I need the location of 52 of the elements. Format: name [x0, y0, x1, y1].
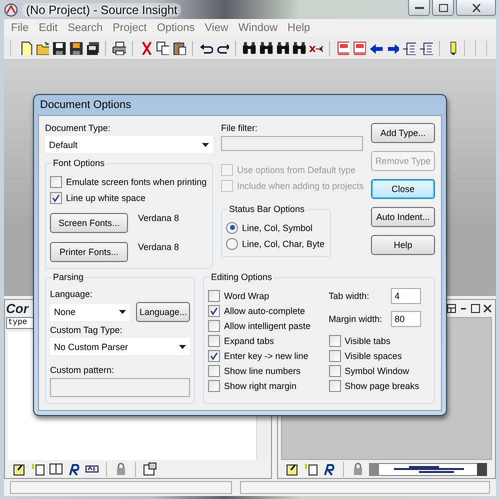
dialog-button[interactable]: Help [371, 235, 435, 255]
checkbox-label: Word Wrap [224, 291, 270, 301]
checkbox-label: Line up white space [66, 192, 146, 202]
checkbox-label: Enter key -> new line [224, 351, 308, 361]
menu-item[interactable]: Search [62, 22, 108, 34]
font-name: Verdana 8 [138, 213, 180, 223]
margin-width-field[interactable]: 80 [390, 310, 421, 326]
field-label: Tab width: [328, 291, 370, 301]
menu-item[interactable]: Project [108, 22, 152, 34]
group-title: Editing Options [209, 272, 274, 282]
checkbox-label: Use options from Default type [237, 164, 356, 174]
font-button[interactable]: Printer Fonts... [50, 242, 128, 262]
font-button[interactable]: Screen Fonts... [50, 213, 128, 233]
menu-item[interactable]: File [6, 22, 34, 34]
panel-title: Cor [6, 301, 28, 316]
font-name: Verdana 8 [138, 242, 180, 252]
checkbox-label: Symbol Window [344, 366, 410, 376]
checkbox-label: Emulate screen fonts when printing [66, 176, 207, 186]
dialog-button[interactable]: Auto Indent... [371, 207, 435, 227]
dialog-button[interactable]: Close [371, 179, 435, 199]
menu-item[interactable]: Options [152, 22, 200, 34]
language-dropdown[interactable]: None [50, 304, 130, 320]
radio-label: Line, Col, Symbol [242, 222, 313, 232]
group-title: Font Options [51, 158, 107, 168]
group-title: Status Bar Options [227, 204, 307, 214]
dialog-title: Document Options [40, 99, 132, 111]
group-title: Parsing [51, 272, 86, 282]
radio-label: Line, Col, Char, Byte [242, 238, 325, 248]
checkbox-label: Allow intelligent paste [224, 321, 311, 331]
checkbox-label: Show line numbers [224, 366, 301, 376]
menu-item[interactable]: View [200, 22, 234, 34]
field-label: Custom Tag Type: [50, 325, 124, 335]
tag-type-dropdown[interactable]: No Custom Parser [50, 338, 190, 355]
checkbox-label: Show page breaks [344, 381, 420, 391]
field-label: Custom pattern: [50, 365, 116, 375]
field-label: Margin width: [328, 314, 384, 324]
menu-item[interactable]: Help [282, 22, 316, 34]
language-button[interactable]: Language... [136, 302, 190, 322]
checkbox-label: Include when adding to projects [237, 180, 364, 190]
field-label: Document Type: [45, 123, 112, 133]
checkbox-label: Visible tabs [344, 336, 390, 346]
menu-item[interactable]: Edit [34, 22, 63, 34]
field-label: File filter: [221, 123, 259, 133]
field-label: Language: [50, 289, 94, 299]
checkbox-label: Expand tabs [224, 336, 274, 346]
dialog-button[interactable]: Add Type... [371, 123, 435, 143]
checkbox-label: Allow auto-complete [224, 306, 306, 316]
menu-item[interactable]: Window [233, 22, 283, 34]
tab-width-field[interactable]: 4 [390, 288, 421, 304]
checkbox-label: Show right margin [224, 381, 297, 391]
checkbox-label: Visible spaces [344, 351, 402, 361]
document-type-dropdown[interactable]: Default [45, 136, 213, 153]
